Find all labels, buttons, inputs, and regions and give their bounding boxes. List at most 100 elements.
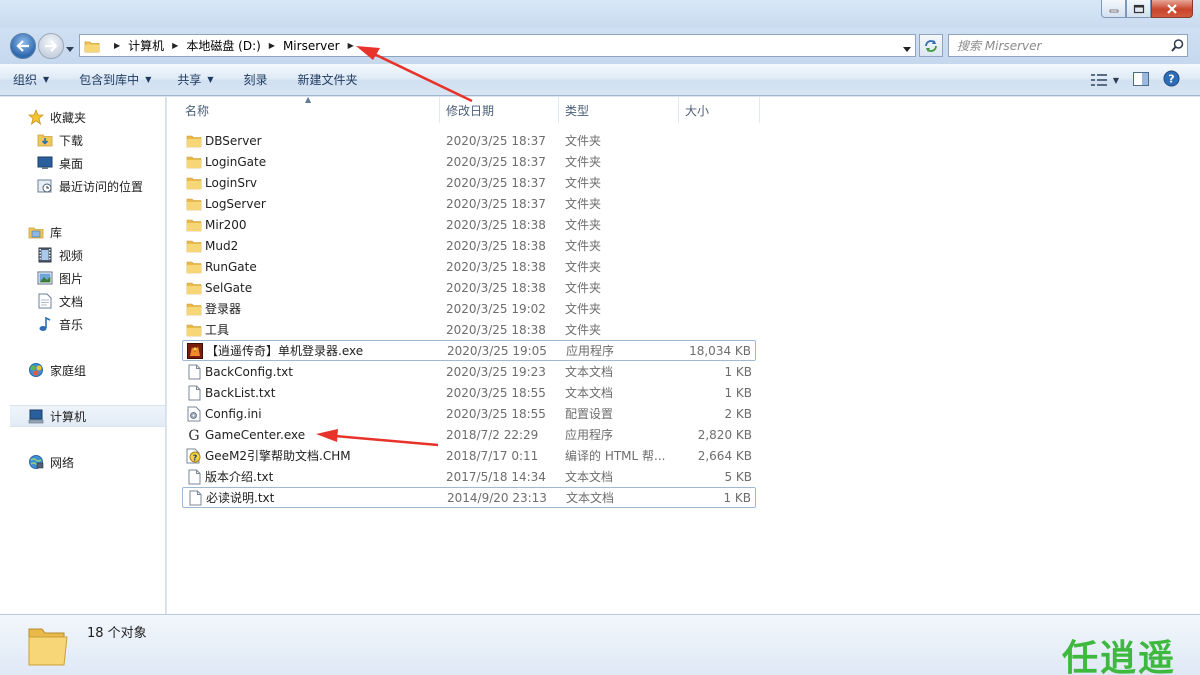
column-type-label: 类型 (565, 103, 590, 118)
file-row[interactable]: 【逍遥传奇】单机登录器.exe 2020/3/25 19:05 应用程序 18,034… (182, 340, 756, 361)
file-date: 2020/3/25 18:38 (446, 280, 546, 295)
text-file-icon (186, 469, 202, 485)
file-name-cell: LoginSrv (186, 175, 257, 191)
svg-text:?: ? (193, 453, 198, 462)
close-button[interactable] (1151, 0, 1193, 18)
file-row[interactable]: 版本介绍.txt 2017/5/18 14:34 文本文档 5 KB (182, 466, 756, 487)
file-type: 文件夹 (565, 260, 602, 274)
folder-icon (84, 39, 100, 53)
address-history-dropdown[interactable] (903, 42, 911, 56)
nav-recent-label: 最近访问的位置 (59, 179, 144, 194)
file-row[interactable]: SelGate 2020/3/25 18:38 文件夹 (182, 277, 756, 298)
folder-icon (186, 301, 202, 317)
column-header-type[interactable]: 类型 (559, 97, 679, 123)
file-row[interactable]: Mir200 2020/3/25 18:38 文件夹 (182, 214, 756, 235)
forward-button[interactable] (38, 33, 64, 59)
share-menu[interactable]: 共享 ▼ (164, 64, 226, 96)
file-name: 版本介绍.txt (205, 470, 274, 484)
organize-menu[interactable]: 组织 ▼ (13, 64, 62, 96)
search-icon[interactable] (1171, 39, 1184, 55)
forward-arrow-icon (45, 40, 58, 52)
file-type: 文本文档 (565, 470, 614, 484)
column-header-date[interactable]: 修改日期 (440, 97, 559, 123)
folder-icon (186, 238, 202, 254)
file-row[interactable]: RunGate 2020/3/25 18:38 文件夹 (182, 256, 756, 277)
nav-computer[interactable]: 计算机 (10, 405, 165, 427)
file-row[interactable]: BackList.txt 2020/3/25 18:55 文本文档 1 KB (182, 382, 756, 403)
close-icon (1167, 3, 1177, 14)
include-in-library-menu[interactable]: 包含到库中 ▼ (66, 64, 164, 96)
minimize-button[interactable] (1101, 0, 1126, 18)
breadcrumb: ▶ 计算机 ▶ 本地磁盘 (D:) ▶ Mirserver ▶ (106, 35, 362, 56)
file-size: 5 KB (724, 469, 752, 484)
file-type: 应用程序 (565, 428, 614, 442)
address-row: ▶ 计算机 ▶ 本地磁盘 (D:) ▶ Mirserver ▶ 搜索 Mirse… (0, 28, 1200, 64)
file-date: 2020/3/25 18:38 (446, 259, 546, 274)
file-row[interactable]: Config.ini 2020/3/25 18:55 配置设置 2 KB (182, 403, 756, 424)
nav-desktop-label: 桌面 (59, 156, 84, 171)
refresh-button[interactable] (919, 34, 943, 57)
column-header-size[interactable]: 大小 (679, 97, 760, 123)
breadcrumb-drive-d[interactable]: 本地磁盘 (D:) (186, 37, 260, 54)
refresh-icon (925, 39, 937, 52)
minimize-icon (1109, 9, 1118, 12)
file-name-cell: Mud2 (186, 238, 238, 254)
help-file-icon: ? (186, 448, 202, 464)
file-row[interactable]: 登录器 2020/3/25 19:02 文件夹 (182, 298, 756, 319)
file-name-cell: 登录器 (186, 300, 241, 317)
file-date: 2020/3/25 18:38 (446, 238, 546, 253)
folder-icon (186, 133, 202, 149)
file-row[interactable]: LoginGate 2020/3/25 18:37 文件夹 (182, 151, 756, 172)
folder-icon (186, 280, 202, 296)
file-date: 2020/3/25 18:38 (446, 217, 546, 232)
breadcrumb-separator-icon[interactable]: ▶ (269, 41, 275, 50)
homegroup-icon (27, 362, 45, 378)
maximize-button[interactable] (1126, 0, 1151, 18)
breadcrumb-separator-icon[interactable]: ▶ (114, 41, 120, 50)
file-size: 1 KB (724, 385, 752, 400)
breadcrumb-mirserver[interactable]: Mirserver (283, 39, 340, 53)
organize-label: 组织 (13, 73, 38, 87)
file-name-cell: SelGate (186, 280, 252, 296)
new-folder-button[interactable]: 新建文件夹 (285, 64, 371, 96)
breadcrumb-separator-icon[interactable]: ▶ (172, 41, 178, 50)
text-file-icon (186, 385, 202, 401)
window-controls (1101, 0, 1193, 18)
game-app-icon (187, 342, 203, 359)
file-row[interactable]: LogServer 2020/3/25 18:37 文件夹 (182, 193, 756, 214)
burn-button[interactable]: 刻录 (231, 64, 281, 96)
file-name: 【逍遥传奇】单机登录器.exe (206, 344, 364, 358)
file-name-cell: BackList.txt (186, 385, 275, 401)
file-row[interactable]: LoginSrv 2020/3/25 18:37 文件夹 (182, 172, 756, 193)
file-name-cell: G GameCenter.exe (186, 427, 305, 443)
file-row[interactable]: ? GeeM2引擎帮助文档.CHM 2018/7/17 0:11 编译的 HTML 帮… (182, 445, 756, 466)
file-row[interactable]: G GameCenter.exe 2018/7/2 22:29 应用程序 2,820 K… (182, 424, 756, 445)
breadcrumb-computer[interactable]: 计算机 (128, 37, 164, 54)
file-name: Mir200 (205, 217, 247, 232)
file-size: 1 KB (723, 490, 751, 505)
nav-videos-label: 视频 (59, 248, 84, 263)
help-button[interactable]: ? (1163, 70, 1180, 90)
file-type: 文件夹 (565, 281, 602, 295)
file-type: 文件夹 (565, 197, 602, 211)
column-date-label: 修改日期 (446, 103, 495, 118)
file-type: 文本文档 (566, 491, 615, 505)
address-bar[interactable]: ▶ 计算机 ▶ 本地磁盘 (D:) ▶ Mirserver ▶ (79, 34, 916, 57)
change-view-button[interactable]: ▼ (1090, 74, 1119, 86)
file-row[interactable]: 必读说明.txt 2014/9/20 23:13 文本文档 1 KB (182, 487, 756, 508)
file-row[interactable]: BackConfig.txt 2020/3/25 19:23 文本文档 1 KB (182, 361, 756, 382)
recent-pages-dropdown[interactable] (66, 42, 74, 56)
column-name-label: 名称 (185, 103, 210, 118)
search-input[interactable]: 搜索 Mirserver (948, 34, 1188, 57)
breadcrumb-separator-icon[interactable]: ▶ (348, 41, 354, 50)
file-name-cell: RunGate (186, 259, 257, 275)
preview-pane-button[interactable] (1133, 71, 1149, 89)
back-button[interactable] (10, 33, 36, 59)
file-size: 2,664 KB (697, 448, 752, 463)
file-name-cell: DBServer (186, 133, 262, 149)
file-row[interactable]: 工具 2020/3/25 18:38 文件夹 (182, 319, 756, 340)
file-row[interactable]: Mud2 2020/3/25 18:38 文件夹 (182, 235, 756, 256)
text-file-icon (186, 364, 202, 380)
file-type: 文本文档 (565, 386, 614, 400)
file-row[interactable]: DBServer 2020/3/25 18:37 文件夹 (182, 130, 756, 151)
